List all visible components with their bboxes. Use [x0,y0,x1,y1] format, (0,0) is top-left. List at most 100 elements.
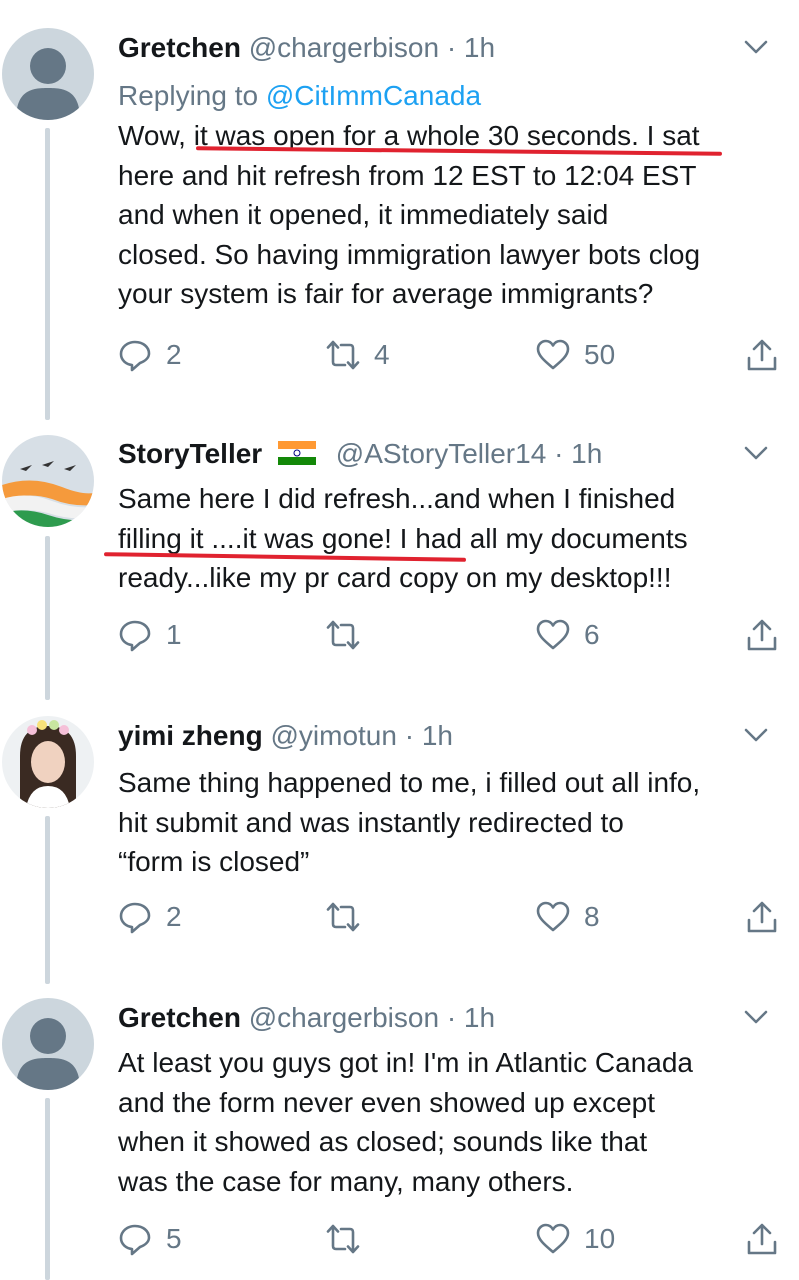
heart-icon [536,1223,570,1254]
like-button[interactable]: 50 [536,330,615,380]
india-flag-icon [277,440,316,465]
avatar[interactable] [2,435,94,527]
tweet-text-line: “form is closed” [118,846,310,877]
author-name[interactable]: Gretchen [118,1002,241,1033]
tweet-text-line: was the case for many, many others. [118,1165,574,1197]
replying-to: Replying to @CitImmCanada [118,76,779,116]
retweet-icon [326,1224,360,1254]
tweet-text-line: Same here I did refresh...and when I fin… [118,483,676,514]
chevron-down-icon[interactable] [741,1002,771,1032]
tweet-header: Gretchen @chargerbison · 1h [118,998,779,1038]
tweet-actions: 5 10 [118,1214,779,1264]
like-button[interactable]: 6 [536,610,600,660]
tweet-time: · 1h [404,720,453,751]
like-button[interactable]: 10 [536,1214,615,1264]
retweet-button[interactable] [326,892,374,942]
tweet-text-line: filling it ....it was gone! I had all my… [118,522,688,554]
share-icon [747,619,777,651]
tweet-content: Gretchen @chargerbison · 1h At least you… [118,996,779,1201]
retweet-count: 4 [374,339,390,370]
author-name[interactable]: StoryTeller [118,438,262,469]
tweet-text-line: hit submit and was instantly redirected … [118,806,624,838]
share-button[interactable] [745,892,793,942]
tweet-text: Same here I did refresh...and when I fin… [118,479,779,598]
tweet-header: Gretchen @chargerbison · 1h [118,28,779,68]
reply-icon [119,1224,151,1256]
tweet-text: At least you guys got in! I'm in Atlanti… [118,1043,779,1201]
avatar[interactable] [2,28,94,120]
tweet-content: yimi zheng @yimotun · 1h Same thing happ… [118,714,779,882]
chevron-down-icon[interactable] [741,32,771,62]
chevron-down-icon[interactable] [741,438,771,468]
share-icon [747,901,777,933]
tweet-text-line: ready...like my pr card copy on my deskt… [118,562,672,593]
default-avatar-icon [2,28,94,120]
heart-icon [536,901,570,932]
like-count: 50 [584,339,616,370]
author-handle[interactable]: @chargerbison [249,32,439,63]
tweet-time: · 1h [446,32,496,63]
profile-photo-avatar-icon [2,716,94,808]
like-count: 6 [584,619,600,650]
tweet-text-line: Same thing happened to me, i filled out … [118,767,701,798]
share-icon [747,1223,777,1255]
author-handle[interactable]: @chargerbison [249,1002,439,1033]
jets-flag-avatar-icon [2,435,94,527]
tweet-text-line: and the form never even showed up except [118,1086,656,1118]
reply-count: 1 [166,619,182,650]
tweet-content: Gretchen @chargerbison · 1h Replying to … [118,26,779,314]
reply-icon [119,620,151,652]
share-button[interactable] [745,330,793,380]
avatar[interactable] [2,716,94,808]
tweet-time: · 1h [446,1002,496,1033]
reply-count: 2 [166,339,182,370]
tweet[interactable]: Gretchen @chargerbison · 1h At least you… [0,996,799,1276]
tweet-text: Same thing happened to me, i filled out … [118,763,779,882]
retweet-button[interactable]: 4 [326,330,390,380]
author-handle[interactable]: @AStoryTeller14 [336,438,547,469]
reply-button[interactable]: 2 [118,892,182,942]
tweet-text-line: and when it opened, it immediately said [118,199,609,230]
reply-count: 5 [166,1223,182,1254]
author-name[interactable]: Gretchen [118,32,241,63]
reply-mention-link[interactable]: @CitImmCanada [266,80,481,111]
tweet-actions: 1 6 [118,610,779,660]
tweet[interactable]: Gretchen @chargerbison · 1h Replying to … [0,26,799,406]
reply-button[interactable]: 1 [118,610,182,660]
reply-button[interactable]: 5 [118,1214,182,1264]
author-name[interactable]: yimi zheng [118,720,263,751]
retweet-icon [326,340,360,370]
tweet-time: · 1h [554,438,603,469]
retweet-button[interactable] [326,1214,374,1264]
reply-count: 2 [166,901,182,932]
tweet[interactable]: yimi zheng @yimotun · 1h Same thing happ… [0,714,799,964]
tweet-actions: 2 8 [118,892,779,942]
tweet[interactable]: StoryTeller @AStoryTeller14 · 1h Same he… [0,432,799,682]
share-button[interactable] [745,610,793,660]
reply-icon [119,340,151,372]
tweet-content: StoryTeller @AStoryTeller14 · 1h Same he… [118,432,779,598]
tweet-text-line: here and hit refresh from 12 EST to 12:0… [118,159,697,191]
tweet-text-line: closed. So having immigration lawyer bot… [118,238,701,270]
like-count: 8 [584,901,600,932]
tweet-text-line: At least you guys got in! I'm in Atlanti… [118,1047,693,1078]
reply-button[interactable]: 2 [118,330,182,380]
chevron-down-icon[interactable] [741,720,771,750]
retweet-button[interactable] [326,610,374,660]
reply-icon [119,902,151,934]
share-icon [747,339,777,371]
avatar[interactable] [2,998,94,1090]
like-button[interactable]: 8 [536,892,600,942]
tweet-text-line: when it showed as closed; sounds like th… [118,1126,648,1157]
tweet-actions: 2 4 50 [118,330,779,380]
share-button[interactable] [745,1214,793,1264]
tweet-header: StoryTeller @AStoryTeller14 · 1h [118,434,779,474]
like-count: 10 [584,1223,616,1254]
author-handle[interactable]: @yimotun [270,720,396,751]
retweet-icon [326,620,360,650]
default-avatar-icon [2,998,94,1090]
tweet-header: yimi zheng @yimotun · 1h [118,716,779,756]
heart-icon [536,339,570,370]
tweet-text-line: your system is fair for average immigran… [118,278,654,309]
retweet-icon [326,902,360,932]
